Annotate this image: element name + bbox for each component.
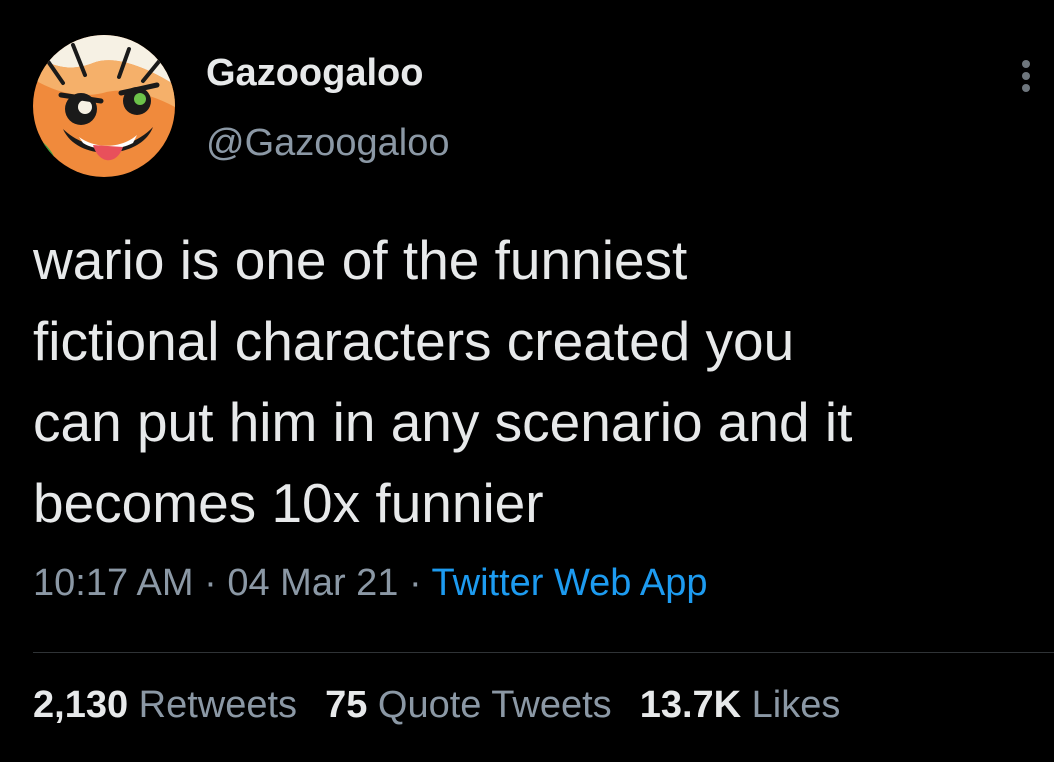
avatar[interactable]	[33, 35, 175, 177]
tweet-text-line: wario is one of the funniest	[33, 229, 688, 291]
tweet-text-line: becomes 10x funnier	[33, 472, 544, 534]
author-handle[interactable]: @Gazoogaloo	[206, 122, 450, 165]
more-vertical-icon-dot	[1022, 72, 1030, 80]
tweet-time[interactable]: 10:17 AM	[33, 562, 194, 604]
tweet-date[interactable]: 04 Mar 21	[227, 562, 398, 604]
tweet-text: wario is one of the funniest fictional c…	[33, 220, 1033, 544]
retweets-label: Retweets	[138, 684, 298, 726]
tweet-source-link[interactable]: Twitter Web App	[432, 562, 708, 604]
quote-tweets-count: 75	[325, 684, 368, 726]
meta-separator: ·	[409, 562, 422, 604]
author-display-name[interactable]: Gazoogaloo	[206, 52, 423, 95]
tweet-text-line: fictional characters created you	[33, 310, 795, 372]
more-options-button[interactable]	[1008, 54, 1044, 98]
quote-tweets-label: Quote Tweets	[377, 684, 612, 726]
divider	[33, 652, 1054, 653]
tweet-text-line: can put him in any scenario and it	[33, 391, 853, 453]
cartoon-face-avatar-icon	[33, 35, 175, 177]
retweets-stat[interactable]: 2,130 Retweets	[33, 684, 297, 726]
likes-stat[interactable]: 13.7K Likes	[640, 684, 841, 726]
likes-count: 13.7K	[639, 684, 742, 726]
likes-label: Likes	[751, 684, 841, 726]
more-vertical-icon-dot	[1022, 84, 1030, 92]
retweets-count: 2,130	[33, 684, 129, 726]
tweet-stats: 2,130 Retweets 75 Quote Tweets 13.7K Likes	[33, 684, 840, 727]
meta-separator: ·	[204, 562, 217, 604]
quote-tweets-stat[interactable]: 75 Quote Tweets	[325, 684, 612, 726]
more-vertical-icon	[1022, 60, 1030, 68]
tweet-meta: 10:17 AM · 04 Mar 21 · Twitter Web App	[33, 562, 708, 605]
